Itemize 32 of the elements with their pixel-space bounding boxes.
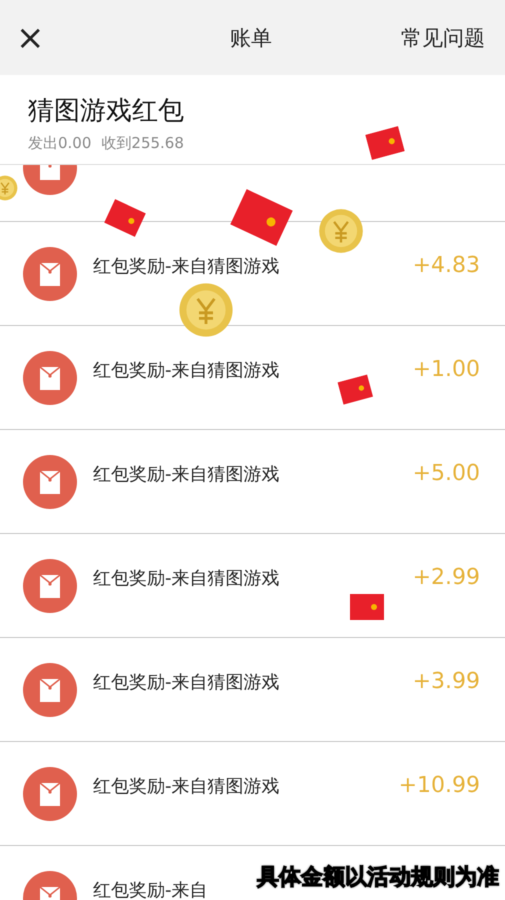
coin-icon <box>178 282 234 338</box>
record-amount: +1.00 <box>412 357 480 382</box>
record-amount: +3.99 <box>412 669 480 694</box>
record-amount: +2.99 <box>412 565 480 590</box>
envelope-icon <box>350 594 384 620</box>
summary-title: 猜图游戏红包 <box>28 95 185 128</box>
sent-total: 发出0.00 <box>28 134 92 153</box>
record-row[interactable]: 红包奖励-来自猜图游戏 +5.00 <box>0 430 505 534</box>
envelope-icon <box>23 766 77 820</box>
envelope-icon <box>23 350 77 404</box>
faq-link[interactable]: 常见问题 <box>401 24 485 52</box>
record-title: 红包奖励-来自猜图游戏 <box>93 566 280 590</box>
envelope-icon <box>23 662 77 716</box>
record-row[interactable]: 红包奖励-来自猜图游戏 +3.99 <box>0 638 505 742</box>
envelope-icon <box>23 246 77 300</box>
record-title: 红包奖励-来自 <box>93 878 208 900</box>
envelope-icon <box>23 454 77 508</box>
video-caption: 具体金额以活动规则为准 <box>257 864 499 892</box>
record-title: 红包奖励-来自猜图游戏 <box>93 254 280 278</box>
record-title: 红包奖励-来自猜图游戏 <box>93 462 280 486</box>
record-amount: +4.83 <box>412 253 480 278</box>
record-title: 红包奖励-来自猜图游戏 <box>93 774 280 798</box>
record-amount: +5.00 <box>412 461 480 486</box>
record-title: 红包奖励-来自猜图游戏 <box>93 358 280 382</box>
record-row[interactable]: 红包奖励-来自猜图游戏 +10.99 <box>0 742 505 846</box>
envelope-icon <box>23 558 77 612</box>
close-button[interactable]: × <box>12 20 48 54</box>
record-amount: +10.99 <box>398 773 480 798</box>
received-total: 收到255.68 <box>101 134 184 153</box>
page-title: 账单 <box>230 24 272 52</box>
record-title: 红包奖励-来自猜图游戏 <box>93 670 280 694</box>
coin-icon <box>318 208 364 254</box>
